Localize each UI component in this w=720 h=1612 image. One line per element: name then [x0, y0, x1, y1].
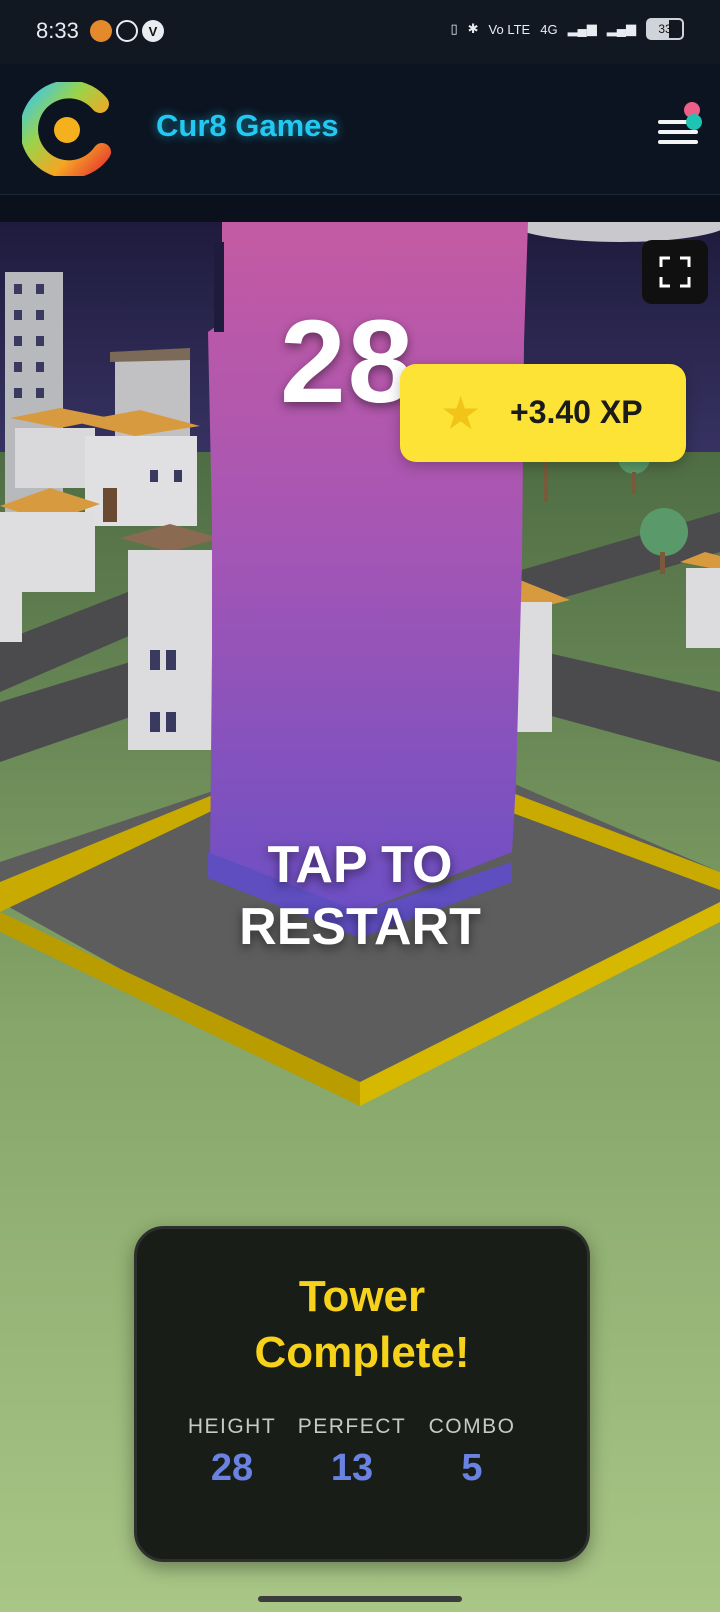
fullscreen-icon: [659, 256, 691, 288]
battery-level: 33: [658, 22, 672, 36]
stat-label: HEIGHT: [187, 1415, 277, 1438]
stat-perfect: PERFECT 13: [282, 1415, 422, 1490]
signal-icon-2: ▂▄▆: [606, 21, 636, 36]
stat-value: 5: [461, 1447, 483, 1489]
cur8-logo-icon[interactable]: [22, 82, 112, 176]
volte-label: Vo LTE: [488, 21, 531, 37]
stat-combo: COMBO 5: [402, 1415, 542, 1490]
result-card: Tower Complete! HEIGHT 28 PERFECT 13 COM…: [134, 1226, 590, 1562]
result-title-line-1: Tower: [298, 1272, 426, 1321]
game-canvas[interactable]: 28 ★ +3.40 XP TAP TO RESTART Tower Compl…: [0, 222, 720, 1612]
xp-amount: +3.40 XP: [510, 394, 643, 430]
score-counter: 28: [280, 296, 416, 428]
result-title: Tower Complete!: [137, 1269, 587, 1381]
notification-dot-secondary: [686, 114, 702, 130]
home-indicator[interactable]: [258, 1596, 462, 1602]
header-divider: [0, 194, 720, 223]
network-type-label: 4G: [540, 21, 558, 37]
stat-label: PERFECT: [297, 1415, 407, 1438]
status-bar: 8:33 V ▯ ✱ Vo LTE 4G ▂▄▆ ▂▄▆ 33: [0, 0, 720, 64]
menu-icon-line: [658, 140, 698, 144]
prompt-line-2: RESTART: [239, 898, 481, 956]
stat-label: COMBO: [428, 1415, 516, 1438]
vpn-icon: V: [142, 20, 164, 42]
status-time: 8:33: [36, 18, 79, 43]
notification-icons: V: [90, 20, 164, 42]
site-header: Cur8 Games: [0, 64, 720, 194]
star-icon: ★: [440, 387, 482, 439]
vibrate-icon: ▯: [450, 21, 458, 36]
brand-name[interactable]: Cur8 Games: [156, 108, 339, 144]
prompt-line-1: TAP TO: [267, 836, 453, 894]
stat-value: 13: [330, 1447, 374, 1489]
menu-icon-line: [658, 130, 698, 134]
system-icons: ▯ ✱ Vo LTE 4G ▂▄▆ ▂▄▆ 33: [450, 18, 684, 40]
menu-button[interactable]: [656, 98, 702, 148]
battery-icon: 33: [646, 18, 684, 40]
xp-reward-badge: ★ +3.40 XP: [400, 364, 686, 462]
result-title-line-2: Complete!: [254, 1328, 470, 1377]
google-icon: [116, 20, 138, 42]
stat-height: HEIGHT 28: [162, 1415, 302, 1490]
stat-value: 28: [210, 1447, 254, 1489]
bluetooth-icon: ✱: [467, 21, 479, 36]
app-notification-icon: [90, 20, 112, 42]
tap-to-restart-prompt[interactable]: TAP TO RESTART: [200, 834, 520, 958]
fullscreen-button[interactable]: [642, 240, 708, 304]
signal-icon: ▂▄▆: [567, 21, 597, 36]
